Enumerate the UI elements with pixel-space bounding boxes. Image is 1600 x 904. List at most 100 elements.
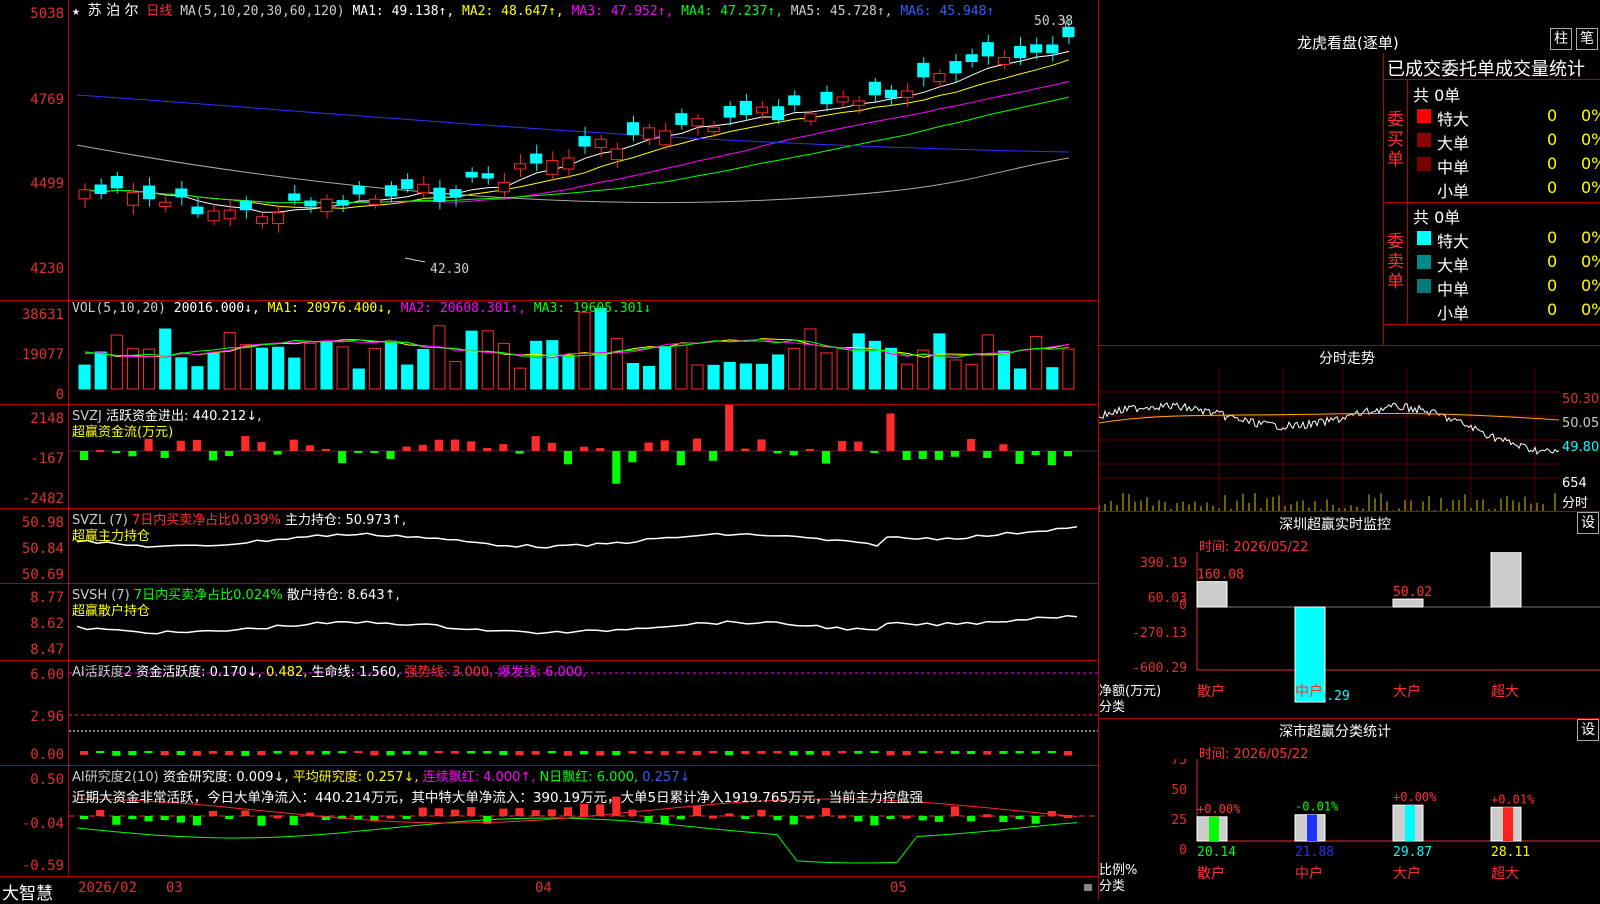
low-marker: 42.30 <box>430 262 470 277</box>
activity-bar <box>692 751 702 755</box>
buy-row[interactable]: 大单 0 0% <box>1409 128 1600 153</box>
ai2-tick: -0.04 <box>21 816 64 832</box>
bar-mode-button[interactable]: 柱 <box>1550 28 1572 50</box>
ratio-bar-accent <box>1307 814 1317 841</box>
left-chart-area[interactable]: 5038 4769 4499 4230 ★ 苏 泊 尔 日线 MA(5,10,2… <box>0 0 1099 904</box>
activity-bar <box>370 751 379 756</box>
value-label: 29.87 <box>1393 845 1432 860</box>
research-bar <box>934 816 943 822</box>
candle-body <box>465 171 478 178</box>
vol-tick: 38631 <box>21 307 64 323</box>
svzl-tick: 50.84 <box>21 541 64 557</box>
sz-class-panel[interactable]: 深市超赢分类统计 设 时间: 2026/05/22 75 50 25 0 +0.00% 2… <box>1099 719 1600 900</box>
volume-bar <box>949 359 962 390</box>
row-pct: 0% <box>1581 106 1600 125</box>
research-bar <box>999 816 1008 822</box>
candle-body <box>143 185 156 200</box>
flow-bar <box>225 451 234 457</box>
svzl-panel[interactable]: 50.98 50.84 50.69 SVZL (7) 7日内买卖净占比0.039… <box>0 509 1098 584</box>
svzj-panel[interactable]: 2148 -167 -2482 SVZJ 活跃资金进出: 440.212↓, 超… <box>0 405 1098 509</box>
candle-body <box>884 89 898 99</box>
period-label[interactable]: 日线 <box>146 4 172 19</box>
candle-body <box>272 212 285 225</box>
activity-bar <box>80 751 89 755</box>
svzj-axis: 2148 -167 -2482 <box>0 405 69 508</box>
activity-bar <box>1015 751 1024 754</box>
buy-row[interactable]: 中单 0 0% <box>1409 152 1600 177</box>
intraday-panel[interactable]: 分时走势 50.30 50.05 49.80 654 分时 <box>1099 346 1600 512</box>
activity-bar <box>821 751 831 756</box>
ai1-tick: 2.96 <box>30 709 64 725</box>
candle-body <box>401 179 414 189</box>
candle-body <box>739 100 752 115</box>
volume-chart[interactable] <box>69 301 1098 404</box>
candle-body <box>1046 44 1059 54</box>
activity-bar <box>1031 751 1040 754</box>
swatch <box>1417 181 1431 195</box>
research-bar <box>128 816 137 819</box>
row-count: 0 <box>1547 228 1558 247</box>
activity-bar <box>1063 751 1072 756</box>
axis-tick: 0 <box>1179 843 1187 858</box>
row-name: 中单 <box>1437 280 1470 299</box>
ma6-value: MA6: 45.948↑ <box>900 4 995 19</box>
activity-bar <box>838 751 847 754</box>
value-label: 20.14 <box>1197 845 1236 860</box>
ai1-tick: 6.00 <box>30 667 64 683</box>
stock-name: 苏 泊 尔 <box>87 3 139 19</box>
price-panel[interactable]: 5038 4769 4499 4230 ★ 苏 泊 尔 日线 MA(5,10,2… <box>0 0 1098 301</box>
sell-row[interactable]: 中单 0 0% <box>1409 274 1600 299</box>
research-bar <box>144 816 153 822</box>
candle-body <box>513 163 527 170</box>
axis-tick: 25 <box>1171 813 1187 828</box>
candle-body <box>788 95 801 106</box>
svsh-panel[interactable]: 8.77 8.62 8.47 SVSH (7) 7日内买卖净占比0.024% 散… <box>0 584 1098 661</box>
flow-bar <box>370 451 379 453</box>
candle-body <box>320 198 333 213</box>
volume-bar <box>94 351 107 390</box>
flow-bar <box>515 451 524 454</box>
sz-monitor-settings-button[interactable]: 设 <box>1577 512 1599 534</box>
flow-bar <box>241 436 250 451</box>
buy-row[interactable]: 小单 0 0% <box>1409 176 1600 201</box>
candle-body <box>836 96 849 103</box>
price-axis: 5038 4769 4499 4230 <box>0 0 69 300</box>
flow-bar <box>676 451 685 466</box>
volume-bar <box>223 331 236 390</box>
sell-side-label: 委卖单 <box>1384 202 1408 324</box>
volume-bar <box>1046 367 1059 390</box>
sz-monitor-panel[interactable]: 深圳超赢实时监控 设 时间: 2026/05/22 390.19 60.03 0 -2… <box>1099 512 1600 719</box>
svzl-sub: 超赢主力持仓 <box>72 529 151 544</box>
axis-tick: -600.29 <box>1132 661 1187 676</box>
category-label: 中户 <box>1295 683 1323 700</box>
ratio-bar-chart[interactable]: 75 50 25 0 +0.00% 20.14 散户 -0.01% 21.88 中户 +0.00% 2… <box>1099 759 1600 900</box>
ai-activity-panel[interactable]: 6.00 2.96 0.00 AI活跃度2 资金活跃度: 0.170↓, 0.4… <box>0 661 1098 766</box>
sell-row[interactable]: 特大 0 0% <box>1409 226 1600 251</box>
volume-panel[interactable]: 38631 19077 0 VOL(5,10,20) 20016.000↓, M… <box>0 301 1098 405</box>
flow-bar <box>209 451 218 461</box>
candle-body <box>255 216 269 224</box>
star-icon[interactable]: ★ <box>72 4 80 19</box>
activity-bar <box>644 751 653 754</box>
volume-bar <box>368 347 381 390</box>
lock-icon[interactable] <box>1084 884 1092 891</box>
category-label: 散户 <box>1197 865 1225 882</box>
candle-body <box>449 189 462 198</box>
sz-class-settings-button[interactable]: 设 <box>1577 719 1599 741</box>
ai-research-panel[interactable]: 0.50 -0.04 -0.59 AI研究度2(10) 资金研究度: 0.009… <box>0 766 1098 877</box>
intraday-chart[interactable] <box>1099 368 1559 511</box>
tick-mode-button[interactable]: 笔 <box>1576 28 1598 50</box>
flow-bar <box>612 451 621 484</box>
flow-bar <box>757 439 766 451</box>
flow-bar <box>983 451 992 458</box>
sell-row[interactable]: 大单 0 0% <box>1409 250 1600 275</box>
research-bar <box>192 816 202 826</box>
sell-row[interactable]: 小单 0 0% <box>1409 298 1600 323</box>
candlestick-chart[interactable] <box>69 0 1098 300</box>
research-bar <box>225 816 234 819</box>
net-amount-bar-chart[interactable]: 390.1960.030-270.13-600.29160.08散户 -600.2… <box>1099 552 1600 718</box>
buy-row[interactable]: 特大 0 0% <box>1409 104 1600 129</box>
flow-bar <box>1063 451 1072 457</box>
brand-label: 大智慧 <box>2 884 53 904</box>
flow-bar <box>934 451 943 460</box>
